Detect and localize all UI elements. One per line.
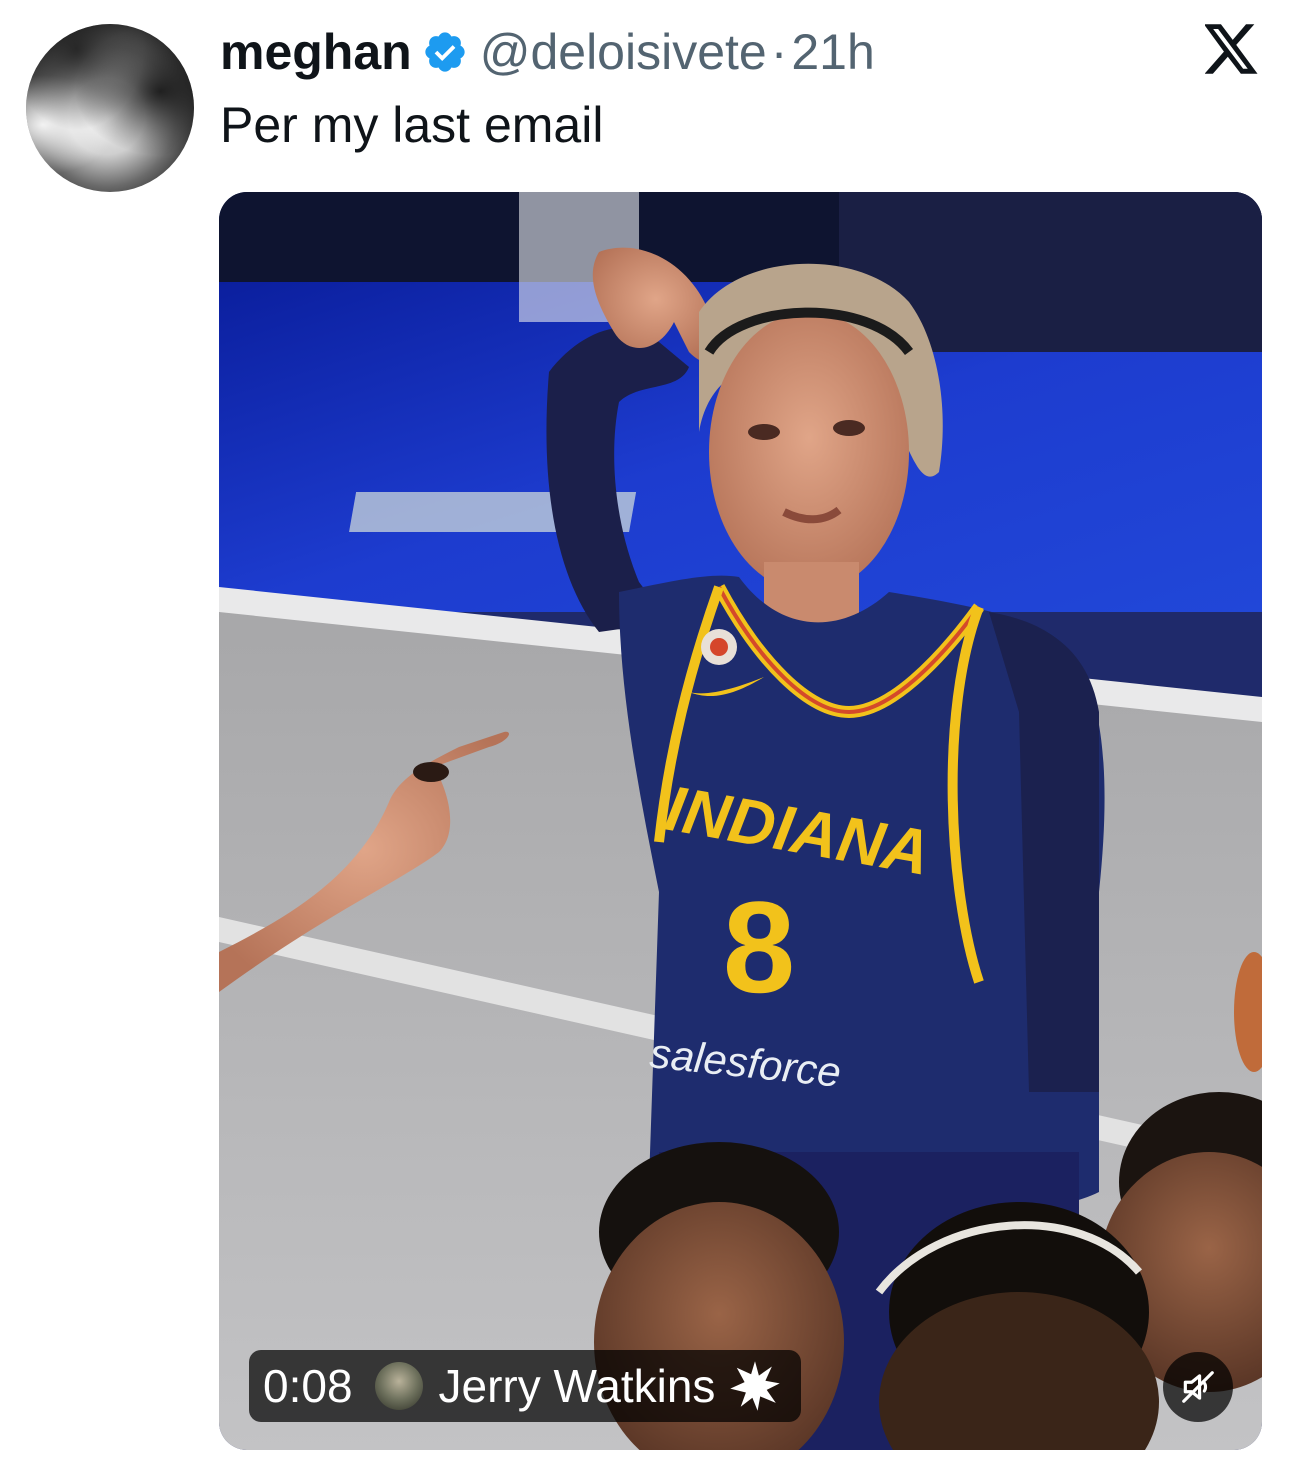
verified-badge-icon (425, 32, 465, 72)
author-avatar[interactable] (26, 24, 194, 192)
avatar-photo (26, 24, 194, 192)
tweet-timestamp[interactable]: 21h (791, 23, 874, 81)
display-name[interactable]: meghan (220, 23, 412, 81)
creator-avatar (374, 1362, 423, 1410)
speaker-muted-icon (1182, 1371, 1214, 1403)
creator-name[interactable]: Jerry Watkins (439, 1359, 716, 1413)
mute-toggle-button[interactable] (1163, 1352, 1233, 1422)
jersey-number-text: 8 (723, 874, 795, 1020)
video-player[interactable]: INDIANA 8 salesforce 0:08 Jerry Watkins (219, 192, 1262, 1450)
tweet-text: Per my last email (220, 97, 604, 153)
video-info-pill[interactable]: 0:08 Jerry Watkins (249, 1350, 802, 1422)
x-logo-icon[interactable] (1205, 24, 1259, 74)
meta-separator: · (770, 24, 788, 80)
tweet-header: meghan @deloisivete · 21h (220, 22, 875, 82)
burst-badge-icon (730, 1361, 781, 1411)
author-handle[interactable]: @deloisivete (480, 23, 767, 81)
video-timer: 0:08 (263, 1360, 353, 1412)
video-frame: INDIANA 8 salesforce (219, 192, 1262, 1450)
